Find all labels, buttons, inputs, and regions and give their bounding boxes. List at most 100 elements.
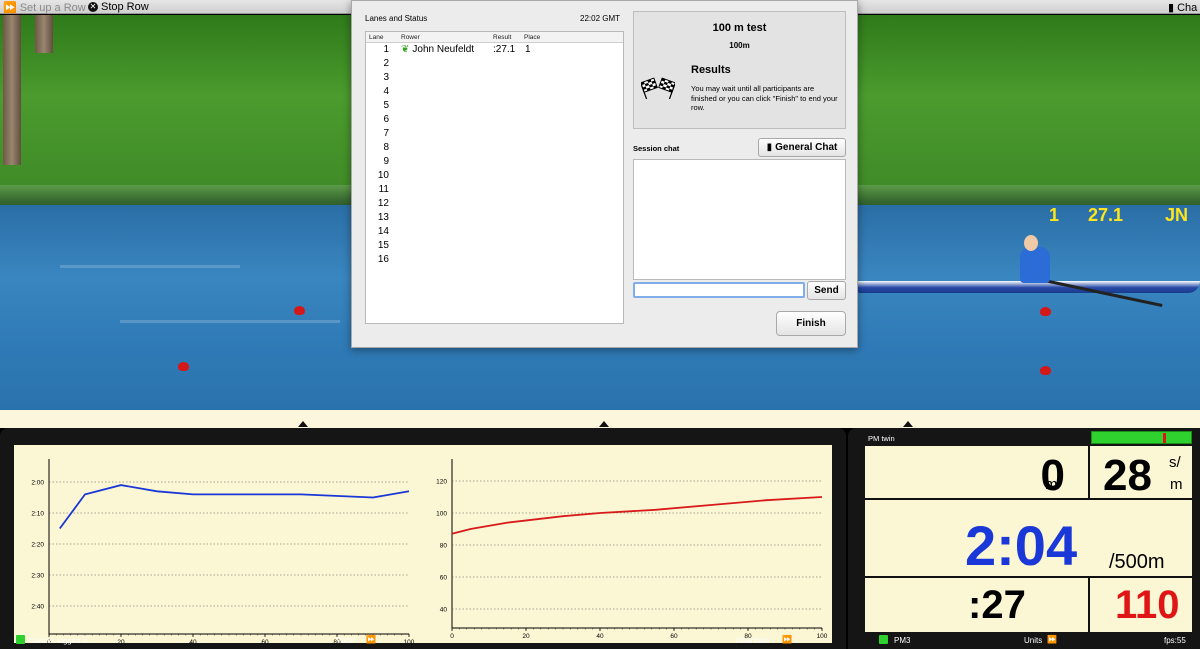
chart-y-tick-label: 2:10 <box>31 511 44 518</box>
lane-number: 3 <box>383 72 389 83</box>
pm3-status-icon <box>879 635 888 644</box>
lane-rower-name: John Neufeldt <box>412 44 475 55</box>
lane-buoy <box>294 306 305 315</box>
lane-number: 13 <box>377 212 389 223</box>
lane-place: 1 <box>525 44 531 55</box>
pm-footer: PM3 Units ⏩ fps:55 <box>848 631 1200 649</box>
lane-number: 2 <box>383 58 389 69</box>
chart-y-tick-label: 2:40 <box>31 604 44 611</box>
chat-bubble-icon: ▮ <box>1168 2 1175 14</box>
collapse-caret-icon[interactable] <box>298 421 308 427</box>
lane-number: 14 <box>377 226 389 237</box>
col-place: Place <box>524 34 541 41</box>
lane-result: :27.1 <box>493 44 516 55</box>
leaf-icon: ❦ <box>401 44 410 55</box>
finish-button[interactable]: Finish <box>776 311 846 336</box>
pm-meters: 0 <box>1040 451 1065 500</box>
charts-panel: 2:00 2:10 2:20 2:30 2:40 0 20 40 60 80 100 40 60 80 10… <box>0 428 846 649</box>
col-rower: Rower <box>401 34 420 41</box>
chart-y-tick-label: 40 <box>440 607 448 614</box>
collapse-caret-icon[interactable] <box>903 421 913 427</box>
pm3-label: PM3 <box>894 636 911 645</box>
collapse-caret-icon[interactable] <box>599 421 609 427</box>
charts-footer: Oarbits: logged in Pace ⏩ Heartrate ⏩ <box>0 631 846 649</box>
pm-title: PM twin <box>868 434 895 443</box>
pm-divider <box>1088 576 1090 632</box>
lane-buoy <box>1040 307 1051 316</box>
event-title: 100 m test <box>712 22 767 34</box>
charts-area: 2:00 2:10 2:20 2:30 2:40 0 20 40 60 80 100 40 60 80 10… <box>14 445 832 643</box>
tree-trunk <box>35 15 53 53</box>
lane-buoy <box>178 362 189 371</box>
tree-trunk <box>3 15 21 165</box>
lane-number: 5 <box>383 100 389 111</box>
send-button[interactable]: Send <box>807 281 846 300</box>
lane-number: 11 <box>378 184 389 195</box>
setup-row-label: Set up a Row <box>19 1 86 14</box>
chat-label: Cha <box>1177 1 1198 14</box>
pm-stroke-rate-unit: m <box>1170 476 1183 493</box>
units-next-icon[interactable]: ⏩ <box>1047 635 1057 644</box>
lane-number: 15 <box>377 240 389 251</box>
lanes-table: Lane Rower Result Place 1 ❦ John Neufeldt:… <box>365 31 624 324</box>
pm-meters-unit: m <box>1045 476 1058 493</box>
hud-time: 27.1 <box>1088 205 1124 225</box>
chart-y-tick-label: 2:20 <box>31 542 44 549</box>
lane-number: 6 <box>383 114 389 125</box>
chart-y-tick-label: 2:30 <box>31 573 44 580</box>
pm-heartrate: 110 <box>1115 583 1180 627</box>
pm-pace: 2:04 <box>965 514 1078 577</box>
rower-head <box>1024 235 1038 251</box>
lanes-table-header: Lane Rower Result Place <box>366 32 623 43</box>
units-button[interactable]: Units <box>1024 636 1042 645</box>
results-panel: 100 m test 100m Results You may wait unt… <box>633 11 846 129</box>
chart-y-tick-label: 100 <box>436 511 447 518</box>
lane-number: 10 <box>377 170 389 181</box>
lane-number: 4 <box>383 86 389 97</box>
session-chat-label: Session chat <box>633 144 680 153</box>
pm-divider <box>1088 446 1090 498</box>
col-lane: Lane <box>369 34 384 41</box>
col-result: Result <box>493 34 512 41</box>
lanes-status-dialog: Lanes and Status 22:02 GMT Lane Rower Re… <box>351 0 858 348</box>
lane-number: 8 <box>383 142 389 153</box>
water-reflection <box>120 320 340 323</box>
pm-force-bar <box>1091 431 1192 444</box>
pm-display: 0 m 28 s/ m 2:04 /500m :27 110 <box>865 446 1192 632</box>
lane-number: 9 <box>383 156 389 167</box>
lanes-clock: 22:02 GMT <box>580 14 621 23</box>
session-chat-log[interactable] <box>633 159 846 280</box>
pm-stroke-rate: 28 <box>1103 451 1152 500</box>
oarbits-status-icon <box>16 635 25 644</box>
heartrate-chart-selector[interactable]: Heartrate <box>736 636 769 645</box>
heartrate-next-icon[interactable]: ⏩ <box>782 635 792 644</box>
chat-button[interactable]: ▮ Cha <box>1168 1 1198 15</box>
general-chat-button[interactable]: ▮ General Chat <box>758 138 846 157</box>
pace-next-icon[interactable]: ⏩ <box>366 635 376 644</box>
chart-y-tick-label: 2:00 <box>31 480 44 487</box>
chart-series-line <box>451 496 823 535</box>
general-chat-label: General Chat <box>775 142 838 153</box>
lane-rower[interactable]: ❦ John Neufeldt <box>401 44 474 55</box>
double-arrow-icon: ⏩ <box>3 2 17 14</box>
event-distance: 100m <box>729 41 750 50</box>
stop-row-button[interactable]: ✕ Stop Row <box>88 1 149 13</box>
chat-bubble-icon: ▮ <box>766 142 773 153</box>
results-message: You may wait until all participants are … <box>691 84 838 112</box>
pm-elapsed-time: :27 <box>968 583 1026 627</box>
setup-row-button[interactable]: ⏩ Set up a Row <box>3 1 86 15</box>
charts-svg: 2:002:102:202:302:400 20 40 60 80 10040608010… <box>31 459 828 643</box>
pm-force-marker <box>1163 433 1166 443</box>
hud-initials: JN <box>1165 205 1189 225</box>
chart-y-tick-label: 80 <box>440 543 448 550</box>
chat-message-input[interactable] <box>633 282 805 298</box>
stop-icon: ✕ <box>88 2 98 12</box>
pm-stroke-rate-unit: s/ <box>1169 454 1181 471</box>
hud-lane-number: 1 <box>1049 205 1060 225</box>
lane-number: 16 <box>377 254 389 265</box>
oarbits-status: Oarbits: logged in <box>29 636 88 645</box>
chart-series-line <box>59 484 410 530</box>
pm-twin-panel: PM twin 0 m 28 s/ m 2:04 /500m :27 110 P… <box>848 428 1200 649</box>
lane-number: 7 <box>383 128 389 139</box>
pace-chart-selector[interactable]: Pace <box>336 636 354 645</box>
